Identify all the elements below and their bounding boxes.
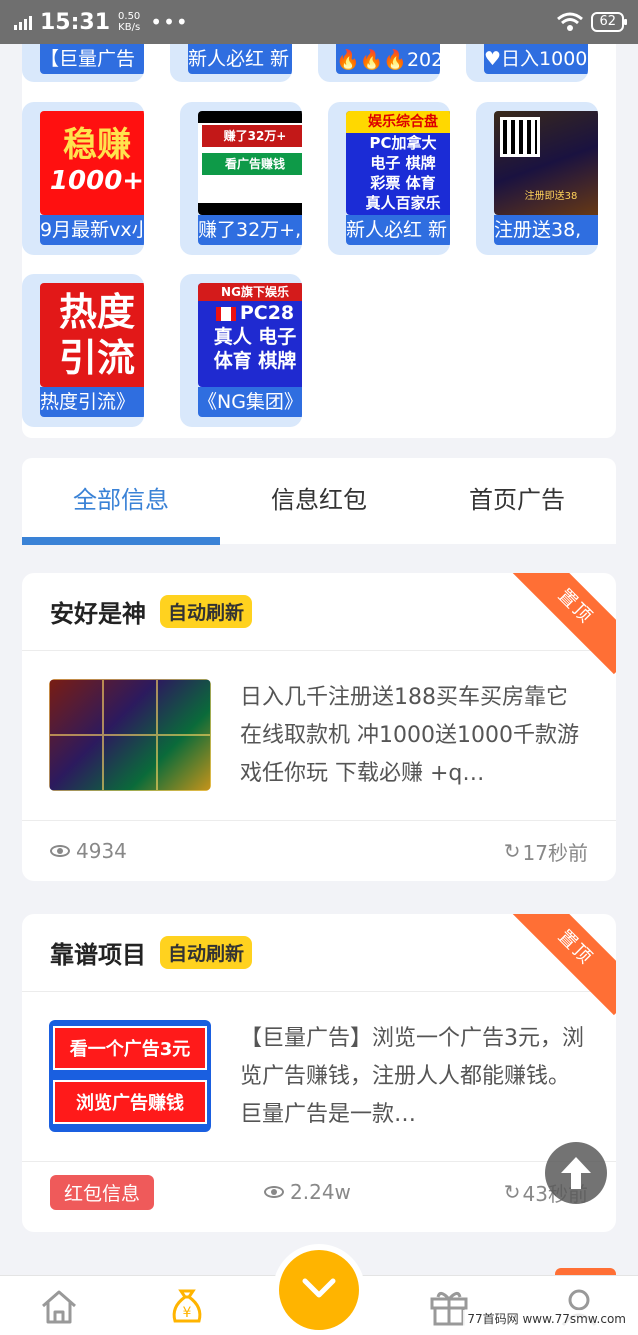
nav-money[interactable]: ¥ [164, 1284, 210, 1330]
tab-home-ads[interactable]: 首页广告 [418, 458, 616, 544]
qr-code-icon [500, 117, 540, 157]
post-text: 【巨量广告】浏览一个广告3元，浏览广告赚钱，注册人人都能赚钱。巨量广告是一款… [240, 1026, 584, 1127]
clock: 15:31 [40, 9, 111, 35]
status-bar: 15:31 0.50 KB/s ••• 62 [0, 0, 638, 44]
ad-tile[interactable]: 热度 引流 热度引流》 [22, 274, 144, 427]
refresh-icon: ↻ [503, 1180, 521, 1204]
scroll-top-button[interactable] [545, 1142, 607, 1204]
ad-tile[interactable]: 注册即送38 注册送38, [476, 102, 598, 255]
ad-tile[interactable]: 稳赚 1000+ 9月最新vx⼩ [22, 102, 144, 255]
wifi-icon [557, 12, 584, 31]
ad-tile[interactable]: NG旗下娱乐 PC28 真人 电子 体育 棋牌 《NG集团》 [180, 274, 302, 427]
signal-icon [14, 14, 32, 30]
post-time: 17秒前 [522, 840, 588, 865]
ad-tile-caption: 赚了32万+, [198, 219, 302, 241]
eye-icon [264, 1186, 285, 1198]
post-title: 靠谱项目 [50, 941, 146, 969]
tab-red-packet-info[interactable]: 信息红包 [220, 458, 418, 544]
ad-tile[interactable]: 娱乐综合盘 PC加拿大 电子 棋牌 彩票 体育 真人百家乐 新人必红 新 [328, 102, 450, 255]
ad-tile[interactable]: 赚了32万+ 看广告赚钱 赚了32万+, [180, 102, 302, 255]
ad-thumbnail: 赚了32万+ 看广告赚钱 [198, 111, 302, 215]
home-icon [42, 1290, 76, 1324]
arrow-up-icon [561, 1157, 591, 1189]
center-publish-button[interactable] [279, 1250, 359, 1330]
ad-tile-caption: 🔥🔥🔥202 [336, 49, 440, 71]
ad-thumbnail: 娱乐综合盘 PC加拿大 电子 棋牌 彩票 体育 真人百家乐 [346, 111, 450, 215]
ad-tile-caption: 新人必红 新 [188, 48, 290, 70]
ad-tile-caption: 9月最新vx⼩ [40, 219, 144, 241]
eye-icon [50, 845, 70, 857]
ad-thumbnail: 热度 引流 [40, 283, 144, 387]
ad-tile-caption: 【巨量广告 [40, 48, 136, 70]
post-card[interactable]: 置顶 靠谱项目 自动刷新 看一个广告3元 浏览广告赚钱 【巨量广告】浏览一个广告… [22, 914, 616, 1232]
refresh-icon: ↻ [503, 839, 521, 863]
net-speed: 0.50 KB/s [118, 11, 141, 33]
post-image [49, 679, 211, 791]
ad-tile-caption: 《NG集团》 [198, 391, 302, 413]
ad-tile-caption: ♥日入1000 [484, 48, 588, 70]
auto-refresh-badge: 自动刷新 [160, 595, 253, 628]
view-count: 4934 [76, 839, 127, 863]
battery-icon: 62 [591, 12, 627, 32]
more-notifications-icon: ••• [150, 10, 189, 34]
post-title: 安好是神 [50, 600, 146, 628]
tab-all-info[interactable]: 全部信息 [22, 458, 220, 545]
svg-text:¥: ¥ [183, 1305, 192, 1321]
canada-flag-icon [215, 306, 236, 321]
post-image: 看一个广告3元 浏览广告赚钱 [49, 1020, 211, 1132]
chevron-down-icon [302, 1278, 336, 1298]
view-count: 2.24w [290, 1180, 351, 1204]
money-bag-icon: ¥ [172, 1289, 202, 1323]
red-packet-tag[interactable]: 红包信息 [50, 1174, 155, 1210]
post-text: 日入几千注册送188买车买房靠它 在线取款机 冲1000送1000千款游戏任你玩… [240, 685, 579, 786]
auto-refresh-badge: 自动刷新 [160, 936, 253, 969]
ad-thumbnail: 稳赚 1000+ [40, 111, 144, 215]
ad-grid: 【巨量广告 新人必红 新 🔥🔥🔥202 ♥日入1000 稳赚 1000+ 9月最… [22, 20, 616, 438]
ad-tile-caption: 注册送38, [494, 219, 582, 241]
ad-thumbnail: 注册即送38 [494, 111, 598, 215]
ad-thumbnail: NG旗下娱乐 PC28 真人 电子 体育 棋牌 [198, 283, 302, 387]
nav-home[interactable] [36, 1284, 82, 1330]
ad-tile-caption: 新人必红 新 [346, 219, 448, 241]
post-card[interactable]: 置顶 安好是神 自动刷新 日入几千注册送188买车买房靠它 在线取款机 冲100… [22, 573, 616, 881]
ad-tile-caption: 热度引流》 [40, 391, 136, 413]
info-tabs: 全部信息 信息红包 首页广告 [22, 458, 616, 545]
site-watermark: 77首码网 www.77smw.com [463, 1310, 630, 1327]
